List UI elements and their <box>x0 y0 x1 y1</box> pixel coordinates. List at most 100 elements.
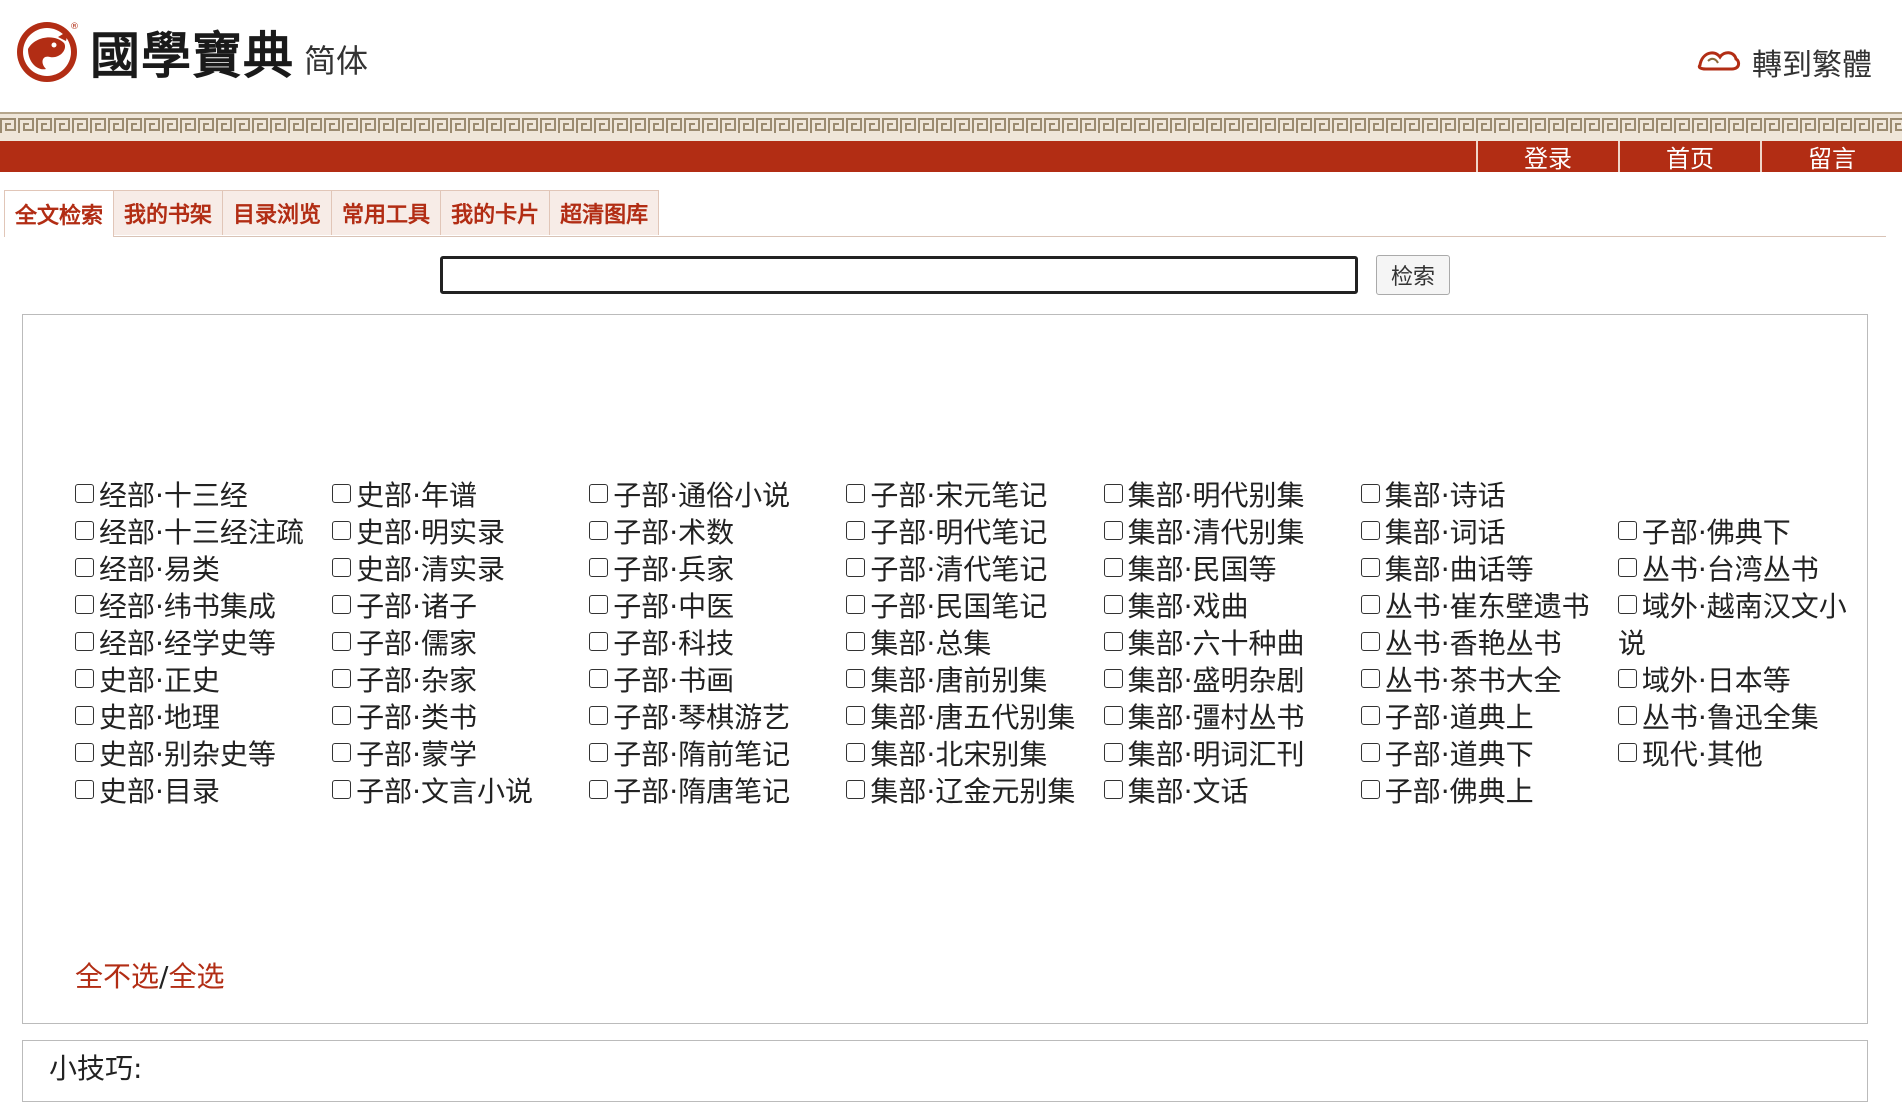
checkbox[interactable] <box>1103 557 1123 577</box>
category-checkbox-item[interactable]: 集部·总集 <box>846 625 1080 662</box>
checkbox[interactable] <box>1103 520 1123 540</box>
category-checkbox-item[interactable]: 子部·隋唐笔记 <box>589 773 823 810</box>
category-checkbox-item[interactable]: 集部·唐前别集 <box>846 662 1080 699</box>
checkbox[interactable] <box>1103 631 1123 651</box>
tab-hd-gallery[interactable]: 超清图库 <box>549 190 660 235</box>
category-checkbox-item[interactable]: 子部·隋前笔记 <box>589 736 823 773</box>
category-checkbox-item[interactable]: 集部·明词汇刊 <box>1103 736 1338 773</box>
category-checkbox-item[interactable]: 集部·文话 <box>1103 773 1338 810</box>
checkbox[interactable] <box>846 557 866 577</box>
checkbox[interactable] <box>589 594 609 614</box>
checkbox[interactable] <box>1103 705 1123 725</box>
category-checkbox-item[interactable]: 集部·曲话等 <box>1360 551 1595 588</box>
checkbox[interactable] <box>1360 779 1380 799</box>
category-checkbox-item[interactable]: 史部·年谱 <box>332 477 566 514</box>
checkbox[interactable] <box>1360 557 1380 577</box>
category-checkbox-item[interactable]: 子部·通俗小说 <box>589 477 823 514</box>
tab-common-tools[interactable]: 常用工具 <box>331 190 442 235</box>
category-checkbox-item[interactable]: 域外·越南汉文小说 <box>1617 588 1852 662</box>
category-checkbox-item[interactable]: 子部·中医 <box>589 588 823 625</box>
checkbox[interactable] <box>1360 705 1380 725</box>
category-checkbox-item[interactable]: 集部·戏曲 <box>1103 588 1338 625</box>
category-checkbox-item[interactable]: 丛书·台湾丛书 <box>1617 551 1852 588</box>
category-checkbox-item[interactable]: 集部·彊村丛书 <box>1103 699 1338 736</box>
checkbox[interactable] <box>589 668 609 688</box>
category-checkbox-item[interactable]: 丛书·茶书大全 <box>1360 662 1595 699</box>
category-checkbox-item[interactable]: 集部·盛明杂剧 <box>1103 662 1338 699</box>
category-checkbox-item[interactable]: 经部·十三经注疏 <box>75 514 309 551</box>
checkbox[interactable] <box>589 742 609 762</box>
nav-login[interactable]: 登录 <box>1476 141 1618 173</box>
tab-fulltext-search[interactable]: 全文检索 <box>4 190 115 237</box>
checkbox[interactable] <box>1360 631 1380 651</box>
checkbox[interactable] <box>1617 705 1637 725</box>
category-checkbox-item[interactable]: 集部·北宋别集 <box>846 736 1080 773</box>
category-checkbox-item[interactable]: 史部·明实录 <box>332 514 566 551</box>
category-checkbox-item[interactable]: 集部·辽金元别集 <box>846 773 1080 810</box>
category-checkbox-item[interactable]: 子部·术数 <box>589 514 823 551</box>
category-checkbox-item[interactable]: 子部·诸子 <box>332 588 566 625</box>
checkbox[interactable] <box>75 520 94 540</box>
checkbox[interactable] <box>332 779 352 799</box>
checkbox[interactable] <box>846 705 866 725</box>
checkbox[interactable] <box>589 779 609 799</box>
checkbox[interactable] <box>846 594 866 614</box>
search-button[interactable]: 检索 <box>1376 255 1450 295</box>
category-checkbox-item[interactable]: 集部·词话 <box>1360 514 1595 551</box>
nav-home[interactable]: 首页 <box>1618 141 1760 173</box>
category-checkbox-item[interactable]: 集部·民国等 <box>1103 551 1338 588</box>
checkbox[interactable] <box>1617 557 1637 577</box>
select-none-link[interactable]: 全不选 <box>75 960 159 993</box>
checkbox[interactable] <box>332 668 352 688</box>
checkbox[interactable] <box>1617 520 1637 540</box>
checkbox[interactable] <box>75 742 94 762</box>
checkbox[interactable] <box>846 520 866 540</box>
checkbox[interactable] <box>1617 742 1637 762</box>
checkbox[interactable] <box>75 557 94 577</box>
category-checkbox-item[interactable]: 史部·别杂史等 <box>75 736 309 773</box>
checkbox[interactable] <box>589 520 609 540</box>
checkbox[interactable] <box>846 742 866 762</box>
checkbox[interactable] <box>1360 483 1380 503</box>
checkbox[interactable] <box>1103 594 1123 614</box>
checkbox[interactable] <box>1617 668 1637 688</box>
checkbox[interactable] <box>332 483 352 503</box>
category-checkbox-item[interactable]: 集部·诗话 <box>1360 477 1595 514</box>
switch-traditional-link[interactable]: 轉到繁體 <box>1696 40 1872 84</box>
checkbox[interactable] <box>1360 668 1380 688</box>
category-checkbox-item[interactable]: 史部·清实录 <box>332 551 566 588</box>
category-checkbox-item[interactable]: 子部·明代笔记 <box>846 514 1080 551</box>
category-checkbox-item[interactable]: 子部·杂家 <box>332 662 566 699</box>
category-checkbox-item[interactable]: 子部·科技 <box>589 625 823 662</box>
checkbox[interactable] <box>75 631 94 651</box>
select-all-link[interactable]: 全选 <box>168 960 224 993</box>
category-checkbox-item[interactable]: 子部·民国笔记 <box>846 588 1080 625</box>
category-checkbox-item[interactable]: 丛书·鲁迅全集 <box>1617 699 1852 736</box>
category-checkbox-item[interactable]: 子部·类书 <box>332 699 566 736</box>
checkbox[interactable] <box>846 668 866 688</box>
category-checkbox-item[interactable]: 集部·清代别集 <box>1103 514 1338 551</box>
checkbox[interactable] <box>332 557 352 577</box>
checkbox[interactable] <box>75 779 94 799</box>
checkbox[interactable] <box>1360 520 1380 540</box>
category-checkbox-item[interactable]: 子部·宋元笔记 <box>846 477 1080 514</box>
checkbox[interactable] <box>589 631 609 651</box>
checkbox[interactable] <box>589 705 609 725</box>
category-checkbox-item[interactable]: 经部·易类 <box>75 551 309 588</box>
category-checkbox-item[interactable]: 子部·儒家 <box>332 625 566 662</box>
category-checkbox-item[interactable]: 子部·兵家 <box>589 551 823 588</box>
tab-my-bookshelf[interactable]: 我的书架 <box>113 190 224 235</box>
category-checkbox-item[interactable]: 子部·文言小说 <box>332 773 566 810</box>
checkbox[interactable] <box>1617 594 1637 614</box>
category-checkbox-item[interactable]: 子部·蒙学 <box>332 736 566 773</box>
category-checkbox-item[interactable]: 子部·佛典上 <box>1360 773 1595 810</box>
checkbox[interactable] <box>1360 594 1380 614</box>
category-checkbox-item[interactable]: 经部·纬书集成 <box>75 588 309 625</box>
category-checkbox-item[interactable]: 域外·日本等 <box>1617 662 1852 699</box>
tab-catalog-browse[interactable]: 目录浏览 <box>222 190 333 235</box>
tab-my-cards[interactable]: 我的卡片 <box>440 190 551 235</box>
site-logo[interactable]: ® 國學寶典 简体 <box>14 16 368 88</box>
category-checkbox-item[interactable]: 丛书·崔东壁遗书 <box>1360 588 1595 625</box>
category-checkbox-item[interactable]: 子部·琴棋游艺 <box>589 699 823 736</box>
checkbox[interactable] <box>75 668 94 688</box>
